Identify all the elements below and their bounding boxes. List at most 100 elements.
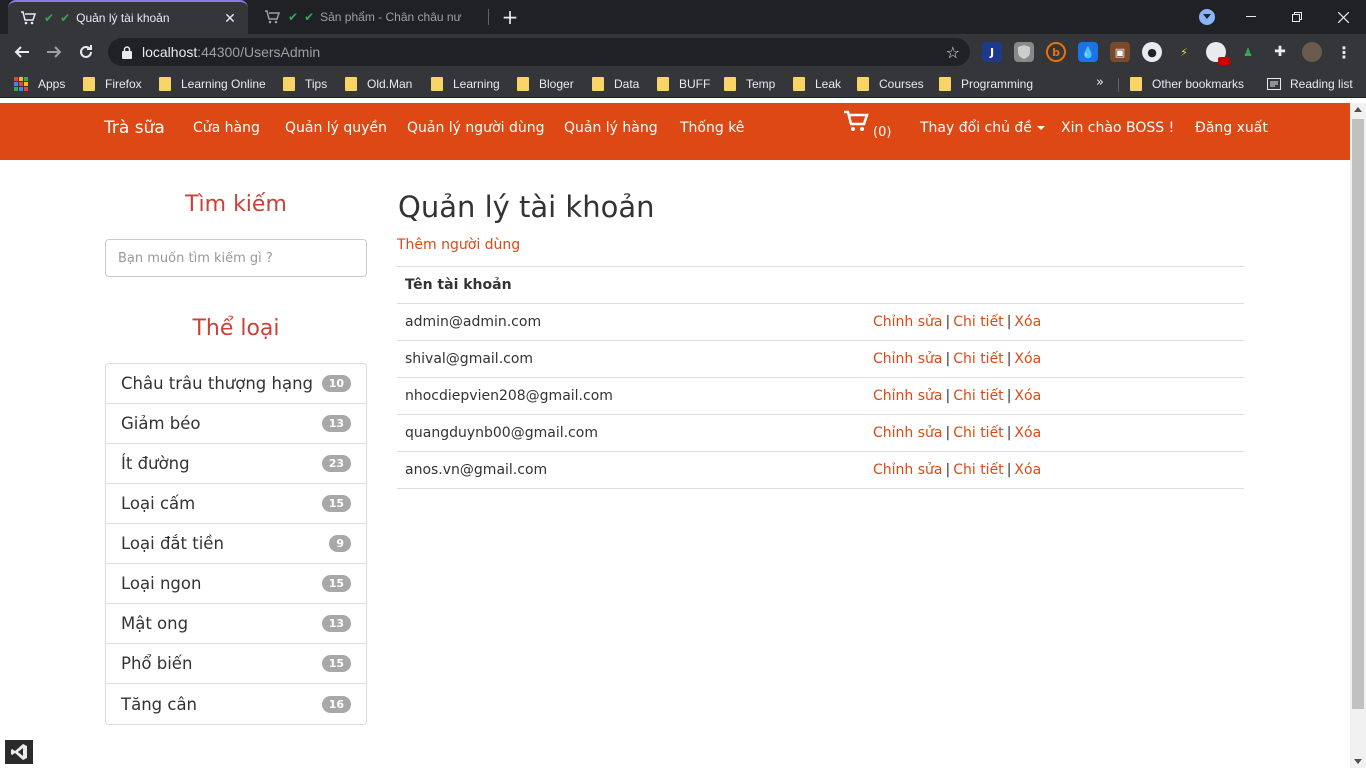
- bookmark-old-man[interactable]: Old.Man: [345, 75, 412, 93]
- logout-link[interactable]: Đăng xuất: [1195, 103, 1268, 160]
- forward-icon[interactable]: [40, 38, 68, 66]
- tab-products[interactable]: ✔ ✔ Sản phẩm - Chân châu nư: [252, 0, 488, 34]
- apps-grid-icon: [14, 77, 28, 91]
- tab-search-icon[interactable]: [1199, 9, 1215, 25]
- count-badge: 15: [321, 655, 351, 672]
- nav-store-link[interactable]: Cửa hàng: [193, 103, 260, 160]
- edit-link[interactable]: Chỉnh sửa: [873, 388, 942, 404]
- extensions-puzzle-icon[interactable]: ✚: [1270, 42, 1290, 62]
- details-link[interactable]: Chi tiết: [953, 388, 1003, 404]
- close-window-icon[interactable]: [1320, 0, 1366, 34]
- extension-j-icon[interactable]: J: [982, 42, 1002, 62]
- folder-icon: [939, 77, 951, 91]
- scrollbar-thumb[interactable]: [1352, 119, 1364, 709]
- folder-icon: [345, 77, 357, 91]
- table-row: admin@admin.com Chỉnh sửa | Chi tiết | Xóa: [397, 303, 1244, 341]
- shield-icon[interactable]: [1014, 42, 1034, 62]
- edit-link[interactable]: Chỉnh sửa: [873, 425, 942, 441]
- category-item[interactable]: Phổ biến 15: [106, 644, 366, 684]
- bookmark-leak[interactable]: Leak: [793, 75, 841, 93]
- cart-link[interactable]: (0): [844, 103, 891, 160]
- extension-ball-icon[interactable]: ●: [1142, 42, 1162, 62]
- category-item[interactable]: Loại cấm 15: [106, 484, 366, 524]
- reload-icon[interactable]: [72, 38, 100, 66]
- address-bar[interactable]: localhost:44300/UsersAdmin ☆: [108, 38, 970, 66]
- delete-link[interactable]: Xóa: [1014, 351, 1041, 367]
- tab-title: Sản phẩm - Chân châu nư: [320, 10, 462, 24]
- category-item[interactable]: Ít đường 23: [106, 444, 366, 484]
- table-row: shival@gmail.com Chỉnh sửa | Chi tiết | Xóa: [397, 340, 1244, 378]
- delete-link[interactable]: Xóa: [1014, 462, 1041, 478]
- category-item[interactable]: Loại ngon 15: [106, 564, 366, 604]
- theme-dropdown[interactable]: Thay đổi chủ đề: [920, 103, 1045, 160]
- details-link[interactable]: Chi tiết: [953, 314, 1003, 330]
- nav-products-link[interactable]: Quản lý hàng: [564, 103, 658, 160]
- tab-users-admin[interactable]: ✔ ✔ Quản lý tài khoản ✕: [8, 0, 248, 34]
- category-item[interactable]: Châu trâu thượng hạng 10: [106, 364, 366, 404]
- scroll-down-icon[interactable]: [1354, 759, 1362, 764]
- bookmark-bloger[interactable]: Bloger: [517, 75, 574, 93]
- restore-icon[interactable]: [1274, 0, 1320, 34]
- bookmark-other[interactable]: Other bookmarks: [1130, 75, 1244, 93]
- water-drop-icon[interactable]: 💧: [1078, 42, 1098, 62]
- bookmark-learning[interactable]: Learning: [431, 75, 500, 93]
- reading-list-button[interactable]: Reading list: [1267, 75, 1353, 93]
- extension-pin-icon[interactable]: ♟: [1238, 42, 1258, 62]
- back-icon[interactable]: [8, 38, 36, 66]
- visual-studio-icon[interactable]: [5, 740, 33, 764]
- page-scrollbar[interactable]: [1350, 103, 1366, 768]
- new-tab-button[interactable]: +: [498, 5, 522, 29]
- details-link[interactable]: Chi tiết: [953, 425, 1003, 441]
- search-input[interactable]: [105, 239, 367, 277]
- bookmarks-divider: [1118, 78, 1119, 92]
- scroll-up-icon[interactable]: [1354, 107, 1362, 112]
- folder-icon: [83, 77, 95, 91]
- details-link[interactable]: Chi tiết: [953, 462, 1003, 478]
- brand-link[interactable]: Trà sữa: [104, 103, 165, 160]
- add-user-link[interactable]: Thêm người dùng: [397, 237, 520, 253]
- bookmark-learning-online[interactable]: Learning Online: [159, 75, 266, 93]
- nav-roles-link[interactable]: Quản lý quyền: [285, 103, 387, 160]
- delete-link[interactable]: Xóa: [1014, 388, 1041, 404]
- bookmark-apps[interactable]: Apps: [14, 75, 65, 93]
- edit-link[interactable]: Chỉnh sửa: [873, 314, 942, 330]
- extension-tv-icon[interactable]: ▣: [1110, 42, 1130, 62]
- lightning-icon[interactable]: ⚡: [1174, 42, 1194, 62]
- cart-count: (0): [873, 125, 892, 140]
- bookmark-programming[interactable]: Programming: [939, 75, 1033, 93]
- category-item[interactable]: Giảm béo 13: [106, 404, 366, 444]
- close-tab-icon[interactable]: ✕: [220, 10, 240, 27]
- bookmark-courses[interactable]: Courses: [857, 75, 924, 93]
- category-item[interactable]: Mật ong 13: [106, 604, 366, 644]
- greeting-link[interactable]: Xin chào BOSS !: [1061, 103, 1174, 160]
- count-badge: 10: [321, 375, 351, 392]
- edit-link[interactable]: Chỉnh sửa: [873, 351, 942, 367]
- bookmarks-overflow-button[interactable]: »: [1096, 75, 1104, 90]
- edit-link[interactable]: Chỉnh sửa: [873, 462, 942, 478]
- more-menu-icon[interactable]: ⋮: [1334, 42, 1354, 62]
- delete-link[interactable]: Xóa: [1014, 314, 1041, 330]
- bookmarks-bar: Apps Firefox Learning Online Tips Old.Ma…: [0, 70, 1366, 98]
- username-cell: nhocdiepvien208@gmail.com: [397, 377, 865, 415]
- bookmark-firefox[interactable]: Firefox: [83, 75, 142, 93]
- bookmark-star-icon[interactable]: ☆: [946, 43, 960, 62]
- profile-avatar[interactable]: [1302, 42, 1322, 62]
- bookmark-data[interactable]: Data: [592, 75, 639, 93]
- folder-icon: [592, 77, 604, 91]
- category-item[interactable]: Tăng cân 16: [106, 684, 366, 724]
- extension-b-icon[interactable]: b: [1046, 42, 1066, 62]
- extension-badge-icon[interactable]: [1206, 42, 1230, 65]
- category-item[interactable]: Loại đắt tiền 9: [106, 524, 366, 564]
- actions-cell: Chỉnh sửa | Chi tiết | Xóa: [865, 451, 1244, 489]
- lock-icon[interactable]: [120, 45, 134, 59]
- folder-icon: [657, 77, 669, 91]
- bookmark-buff[interactable]: BUFF: [657, 75, 710, 93]
- table-row: nhocdiepvien208@gmail.com Chỉnh sửa | Chi …: [397, 377, 1244, 415]
- nav-users-link[interactable]: Quản lý người dùng: [407, 103, 544, 160]
- nav-stats-link[interactable]: Thống kê: [680, 103, 744, 160]
- bookmark-temp[interactable]: Temp: [724, 75, 775, 93]
- details-link[interactable]: Chi tiết: [953, 351, 1003, 367]
- delete-link[interactable]: Xóa: [1014, 425, 1041, 441]
- bookmark-tips[interactable]: Tips: [283, 75, 327, 93]
- minimize-icon[interactable]: [1228, 0, 1274, 34]
